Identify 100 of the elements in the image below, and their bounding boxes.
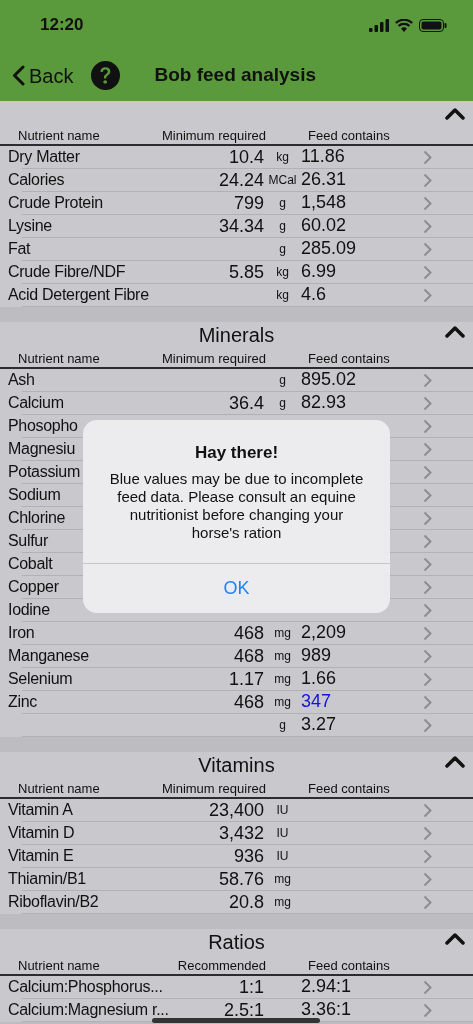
nutrient-row[interactable]: Manganese 468 mg 989 bbox=[0, 645, 473, 668]
chevron-right-icon bbox=[423, 556, 432, 572]
required-value: 468 bbox=[233, 623, 264, 643]
nutrient-name: Manganese bbox=[8, 647, 89, 664]
nutrient-row[interactable]: g 3.27 bbox=[0, 714, 473, 737]
nutrient-row[interactable]: Vitamin D 3,432 IU bbox=[0, 822, 473, 845]
column-header: Nutrient name bbox=[18, 351, 101, 367]
nutrient-row[interactable]: Thiamin/B1 58.76 mg bbox=[0, 868, 473, 891]
chevron-right-icon bbox=[423, 418, 432, 434]
help-icon[interactable] bbox=[91, 61, 121, 90]
feed-value: 2.94:1 bbox=[301, 976, 352, 996]
column-header: Nutrient name bbox=[18, 128, 101, 144]
feed-value: 2,209 bbox=[301, 622, 347, 642]
chevron-right-icon bbox=[423, 717, 432, 733]
chevron-right-icon bbox=[423, 979, 432, 995]
collapse-icon[interactable] bbox=[445, 933, 465, 945]
collapse-icon[interactable] bbox=[445, 756, 465, 768]
unit-label: g bbox=[279, 717, 286, 733]
chevron-right-icon bbox=[423, 441, 432, 457]
nutrient-row[interactable]: Calories 24.24 MCal 26.31 bbox=[0, 169, 473, 192]
feed-value: 347 bbox=[301, 691, 332, 711]
feed-value: 82.93 bbox=[301, 392, 347, 412]
battery-icon bbox=[419, 18, 447, 32]
nutrient-name: Calcium bbox=[8, 394, 64, 411]
chevron-right-icon bbox=[423, 487, 432, 503]
unit-label: mg bbox=[274, 894, 291, 910]
nutrient-name: Crude Fibre/NDF bbox=[8, 263, 126, 280]
column-header: Minimum required bbox=[160, 351, 266, 367]
nutrient-row[interactable]: Fat g 285.09 bbox=[0, 238, 473, 261]
chevron-right-icon bbox=[423, 825, 432, 841]
unit-label: IU bbox=[276, 802, 289, 818]
column-header: Minimum required bbox=[160, 781, 266, 797]
unit-label: kg bbox=[276, 149, 289, 165]
unit-label: g bbox=[279, 241, 286, 257]
nutrient-row[interactable]: Lysine 34.34 g 60.02 bbox=[0, 215, 473, 238]
chevron-right-icon bbox=[423, 372, 432, 388]
back-button[interactable]: Back bbox=[12, 60, 74, 91]
required-value: 1.17 bbox=[228, 669, 264, 689]
required-value: 36.4 bbox=[228, 393, 264, 413]
nutrient-name: Fat bbox=[8, 240, 31, 257]
required-value: 468 bbox=[233, 692, 264, 712]
nutrient-name: Potassium bbox=[8, 463, 80, 480]
required-value: 468 bbox=[233, 646, 264, 666]
nutrient-name: Vitamin A bbox=[8, 801, 73, 818]
status-time: 12:20 bbox=[40, 14, 84, 37]
nutrient-name: Vitamin E bbox=[8, 847, 74, 864]
chevron-right-icon bbox=[423, 648, 432, 664]
unit-label: kg bbox=[276, 287, 289, 303]
feed-value: 895.02 bbox=[301, 369, 357, 389]
unit-label: kg bbox=[276, 264, 289, 280]
nutrient-name: Cobalt bbox=[8, 555, 53, 572]
chevron-right-icon bbox=[423, 602, 432, 618]
nutrient-name: Dry Matter bbox=[8, 148, 80, 165]
required-value: 20.8 bbox=[228, 892, 264, 912]
nutrient-name: Phosopho bbox=[8, 417, 78, 434]
nutrient-name: Zinc bbox=[8, 693, 38, 710]
nutrient-row[interactable]: Calcium:Phosphorus... 1:1 2.94:1 bbox=[0, 976, 473, 999]
nutrient-row[interactable]: Dry Matter 10.4 kg 11.86 bbox=[0, 146, 473, 169]
chevron-right-icon bbox=[423, 218, 432, 234]
nutrient-row[interactable]: Vitamin A 23,400 IU bbox=[0, 799, 473, 822]
nutrient-row[interactable]: Crude Fibre/NDF 5.85 kg 6.99 bbox=[0, 261, 473, 284]
collapse-icon[interactable] bbox=[445, 326, 465, 338]
chevron-right-icon bbox=[423, 871, 432, 887]
feed-value: 11.86 bbox=[301, 146, 345, 166]
required-value: 1:1 bbox=[238, 977, 264, 997]
unit-label: IU bbox=[276, 848, 289, 864]
nutrient-row[interactable]: Selenium 1.17 mg 1.66 bbox=[0, 668, 473, 691]
collapse-icon[interactable] bbox=[445, 108, 465, 120]
nutrient-name: Iodine bbox=[8, 601, 50, 618]
nutrient-row[interactable]: Zinc 468 mg 347 bbox=[0, 691, 473, 714]
nutrient-row[interactable]: Vitamin E 936 IU bbox=[0, 845, 473, 868]
nutrient-row[interactable]: Crude Protein 799 g 1,548 bbox=[0, 192, 473, 215]
chevron-left-icon bbox=[12, 65, 25, 86]
chevron-right-icon bbox=[423, 533, 432, 549]
section-title: Vitamins bbox=[198, 753, 275, 777]
unit-label: g bbox=[279, 395, 286, 411]
required-value: 34.34 bbox=[218, 216, 264, 236]
column-header: Feed contains bbox=[308, 781, 390, 797]
nutrient-row[interactable]: Riboflavin/B2 20.8 mg bbox=[0, 891, 473, 914]
alert-message: Blue values may be due to incomplete feed data. Please consult an equine nutritionist before changing your horse's ration bbox=[108, 469, 365, 542]
nutrient-name: Selenium bbox=[8, 670, 73, 687]
signal-icon bbox=[369, 18, 389, 32]
column-header: Nutrient name bbox=[18, 958, 101, 974]
chevron-right-icon bbox=[423, 848, 432, 864]
feed-value: 60.02 bbox=[301, 215, 347, 235]
unit-label: mg bbox=[274, 671, 291, 687]
chevron-right-icon bbox=[423, 395, 432, 411]
nutrient-name: Calories bbox=[8, 171, 65, 188]
nutrient-row[interactable]: Iron 468 mg 2,209 bbox=[0, 622, 473, 645]
nutrient-row[interactable]: Acid Detergent Fibre kg 4.6 bbox=[0, 284, 473, 307]
required-value: 23,400 bbox=[208, 800, 264, 820]
nutrient-name: Lysine bbox=[8, 217, 52, 234]
chevron-right-icon bbox=[423, 1002, 432, 1018]
unit-label: mg bbox=[274, 871, 291, 887]
unit-label: IU bbox=[276, 825, 289, 841]
chevron-right-icon bbox=[423, 264, 432, 280]
column-header: Minimum required bbox=[160, 128, 266, 144]
nutrient-row[interactable]: Calcium 36.4 g 82.93 bbox=[0, 392, 473, 415]
feed-value: 989 bbox=[301, 645, 332, 665]
nutrient-row[interactable]: Ash g 895.02 bbox=[0, 369, 473, 392]
